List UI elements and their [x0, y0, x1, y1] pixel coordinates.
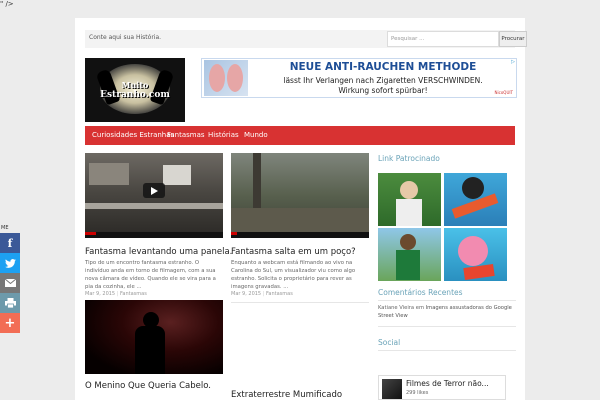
print-icon	[4, 298, 16, 308]
left-lung	[209, 64, 225, 92]
recent-comments-heading: Comentários Recentes	[378, 288, 463, 297]
post-title[interactable]: Fantasma levantando uma panela.	[85, 247, 232, 257]
post-meta: Mar 9, 2015 | Fantasmas	[85, 291, 147, 297]
facebook-page-picture	[382, 379, 402, 399]
cartoon-tile-1[interactable]	[378, 173, 441, 226]
share-label: ME	[1, 225, 9, 231]
video-control-bar[interactable]	[231, 232, 369, 238]
sidebar-divider	[378, 300, 516, 301]
post-category[interactable]: Fantasmas	[266, 291, 293, 297]
tree-trunk-shape	[253, 153, 261, 213]
stray-markup-text: " />	[0, 0, 14, 8]
cabinet-shape	[89, 163, 129, 185]
main-nav: Curiosidades Estranhas Fantasmas Históri…	[85, 126, 515, 145]
print-share-button[interactable]	[0, 293, 20, 313]
tell-story-link[interactable]: Conte aqui sua História.	[89, 34, 161, 41]
cartoon-tile-4[interactable]	[444, 228, 507, 281]
twitter-icon	[4, 258, 16, 268]
facebook-share-button[interactable]: f	[0, 233, 20, 253]
twitter-share-button[interactable]	[0, 253, 20, 273]
site-logo[interactable]: Muito Estranho.com	[85, 58, 185, 122]
sponsored-heading: Link Patrocinado	[378, 154, 440, 163]
post-date: Mar 9, 2015	[85, 291, 116, 297]
comment-author: Katiane Vieira	[378, 305, 415, 311]
play-icon[interactable]	[143, 183, 165, 198]
social-heading: Social	[378, 338, 401, 347]
nav-item-curiosidades[interactable]: Curiosidades Estranhas	[92, 131, 174, 139]
logo-line1: Muito	[121, 80, 149, 90]
nav-item-mundo[interactable]: Mundo	[244, 131, 268, 139]
plus-icon: +	[4, 315, 16, 331]
sidebar-divider	[378, 326, 516, 327]
counter-shape	[85, 203, 223, 209]
ad-line2: Wirkung sofort spürbar!	[338, 86, 428, 95]
nav-item-historias[interactable]: Histórias	[208, 131, 239, 139]
ground-shape	[231, 208, 369, 232]
post-video-thumbnail[interactable]	[231, 153, 369, 238]
post-meta: Mar 9, 2015 | Fantasmas	[231, 291, 293, 297]
top-bar: Conte aqui sua História. Pesquisar ... P…	[85, 30, 527, 48]
right-lung	[227, 64, 243, 92]
post-title[interactable]: O Menino Que Queria Cabelo.	[85, 381, 211, 391]
nav-item-fantasmas[interactable]: Fantasmas	[167, 131, 205, 139]
search-button[interactable]: Procurar	[499, 31, 527, 47]
video-control-bar[interactable]	[85, 232, 223, 238]
ad-headline: NEUE ANTI-RAUCHEN METHODE	[289, 61, 477, 73]
facebook-page-name[interactable]: Filmes de Terror não...	[406, 379, 489, 388]
post-category[interactable]: Fantasmas	[120, 291, 147, 297]
facebook-likes: 299 likes	[406, 390, 429, 396]
post-title[interactable]: Extraterrestre Mumificado	[231, 390, 342, 400]
post-divider	[231, 302, 369, 303]
banner-ad[interactable]: NEUE ANTI-RAUCHEN METHODE lässt Ihr Verl…	[201, 58, 517, 98]
ad-line1: lässt Ihr Verlangen nach Zigaretten VERS…	[283, 76, 483, 85]
lungs-image	[204, 60, 248, 96]
post-video-thumbnail[interactable]	[85, 153, 223, 238]
logo-line2: Estranho.com	[100, 90, 170, 100]
cartoon-tile-3[interactable]	[378, 228, 441, 281]
more-share-button[interactable]: +	[0, 313, 20, 333]
post-excerpt: Tipo de um encontro fantasma estranho. O…	[85, 260, 216, 290]
search-input[interactable]: Pesquisar ...	[387, 31, 499, 47]
cartoon-tile-2[interactable]	[444, 173, 507, 226]
ad-choices-icon[interactable]: ▷	[511, 59, 515, 65]
post-title[interactable]: Fantasma salta em um poço?	[231, 247, 356, 257]
email-icon	[4, 279, 16, 287]
figure-body	[135, 326, 165, 374]
recent-comment-item: Katiane Vieira em Imagens assustadoras d…	[378, 305, 516, 321]
post-excerpt: Enquanto a webcam está filmando ao vivo …	[231, 260, 356, 290]
facebook-icon: f	[7, 236, 13, 250]
page-container: Conte aqui sua História. Pesquisar ... P…	[75, 18, 527, 400]
facebook-page-widget[interactable]: Filmes de Terror não... 299 likes	[378, 375, 506, 400]
post-date: Mar 9, 2015	[231, 291, 262, 297]
microwave-shape	[163, 165, 191, 185]
sidebar-divider	[378, 350, 516, 351]
comment-connector: em	[415, 305, 424, 311]
email-share-button[interactable]	[0, 273, 20, 293]
post-thumbnail[interactable]	[85, 300, 223, 374]
ad-brand: NicoQUIT	[494, 90, 513, 95]
